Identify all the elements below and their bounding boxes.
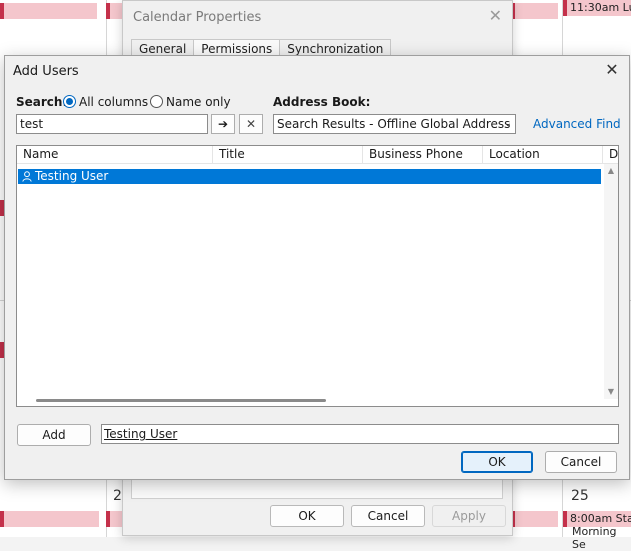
calendar-event[interactable] xyxy=(511,511,558,527)
all-columns-radio[interactable] xyxy=(63,95,76,108)
address-book-label: Address Book: xyxy=(273,95,371,109)
user-icon xyxy=(22,171,32,182)
address-book-select[interactable]: Search Results - Offline Global Address … xyxy=(273,114,516,134)
scroll-down-icon[interactable]: ▼ xyxy=(604,387,618,396)
added-user-name[interactable]: Testing User xyxy=(104,427,177,441)
apply-button[interactable]: Apply xyxy=(432,505,506,527)
chevron-down-icon: ⌄ xyxy=(503,118,512,129)
ok-button[interactable]: OK xyxy=(270,505,344,527)
calendar-event[interactable] xyxy=(106,3,123,19)
search-label: Search: xyxy=(16,95,68,109)
go-arrow-button[interactable]: ➔ xyxy=(211,114,235,134)
add-users-dialog: Add Users ✕ Search: All columns Name onl… xyxy=(4,55,630,480)
horizontal-scrollbar-thumb[interactable] xyxy=(36,399,326,402)
calendar-day-number: 2 xyxy=(113,488,122,504)
scroll-up-icon[interactable]: ▲ xyxy=(604,166,618,175)
all-columns-label[interactable]: All columns xyxy=(79,95,148,109)
column-header-business-phone[interactable]: Business Phone xyxy=(363,146,483,163)
list-item[interactable]: Testing User xyxy=(18,169,601,184)
dialog-title: Calendar Properties xyxy=(133,10,262,25)
vertical-scrollbar[interactable]: ▲ ▼ xyxy=(604,164,618,399)
cancel-button[interactable]: Cancel xyxy=(545,451,617,473)
name-only-label[interactable]: Name only xyxy=(166,95,231,109)
clear-search-button[interactable]: ✕ xyxy=(239,114,263,134)
address-book-value: Search Results - Offline Global Address … xyxy=(277,117,516,131)
list-header: Name Title Business Phone Location D xyxy=(17,146,618,164)
add-button[interactable]: Add xyxy=(17,424,91,446)
search-input[interactable]: test xyxy=(16,114,208,134)
calendar-event[interactable] xyxy=(0,3,97,19)
cancel-button[interactable]: Cancel xyxy=(351,505,425,527)
calendar-day-number: 25 xyxy=(571,488,589,504)
ok-button[interactable]: OK xyxy=(461,451,533,473)
column-header-name[interactable]: Name xyxy=(17,146,213,163)
permissions-panel xyxy=(131,477,503,499)
column-header-d[interactable]: D xyxy=(603,146,618,163)
results-list[interactable]: Name Title Business Phone Location D Tes… xyxy=(16,145,619,407)
user-name: Testing User xyxy=(35,169,109,183)
calendar-event[interactable] xyxy=(511,3,558,19)
calendar-event[interactable]: 11:30am Lu xyxy=(563,0,631,16)
calendar-event[interactable] xyxy=(106,511,123,527)
advanced-find-link[interactable]: Advanced Find xyxy=(533,117,621,131)
calendar-event[interactable] xyxy=(0,511,99,527)
close-icon[interactable]: ✕ xyxy=(601,59,623,81)
column-header-location[interactable]: Location xyxy=(483,146,603,163)
dialog-title: Add Users xyxy=(13,64,79,79)
column-header-title[interactable]: Title xyxy=(213,146,363,163)
name-only-radio[interactable] xyxy=(150,95,163,108)
added-users-field[interactable]: Testing User xyxy=(101,424,619,444)
calendar-event-text: Morning Se xyxy=(572,525,617,551)
close-icon[interactable]: ✕ xyxy=(489,6,502,25)
